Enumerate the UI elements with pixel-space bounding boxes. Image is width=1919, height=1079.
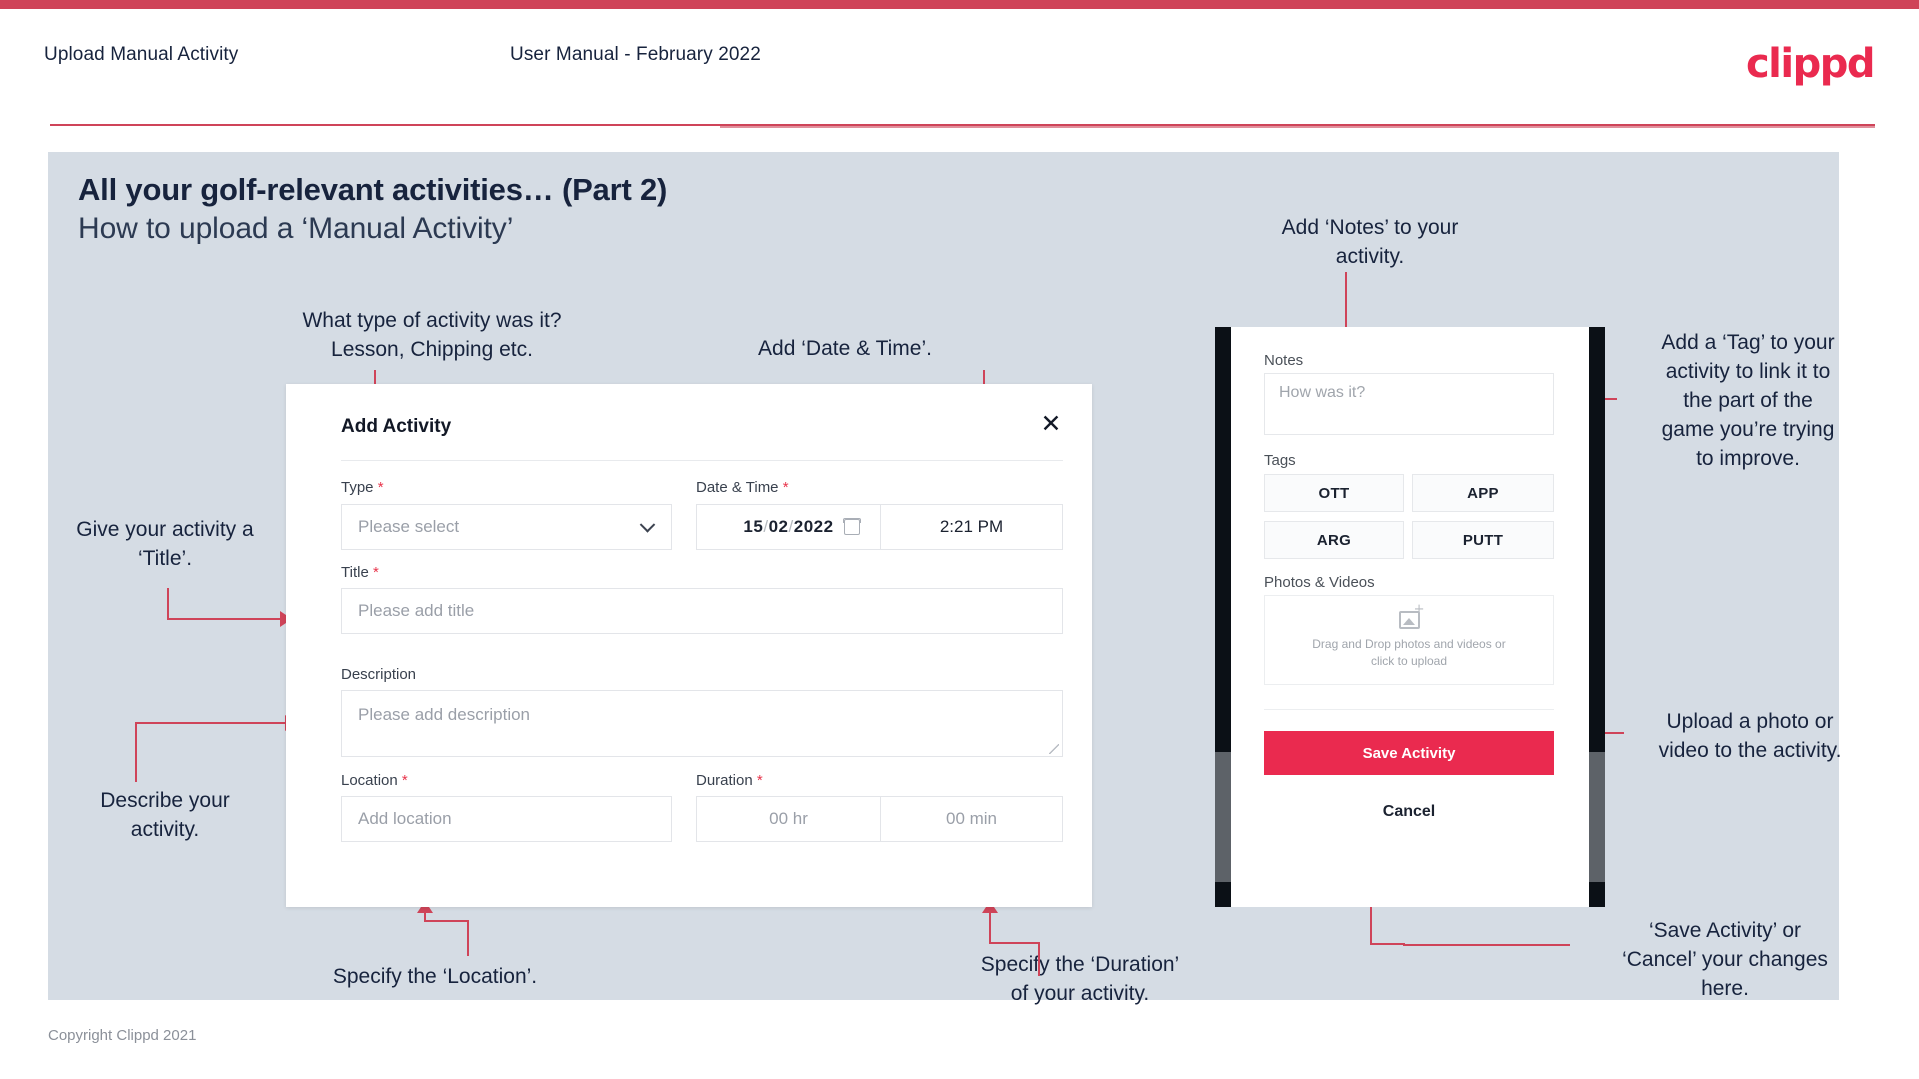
annotation-tag: Add a ‘Tag’ to your activity to link it … [1661,331,1835,470]
type-label: Type * [341,479,384,496]
slide-heading: All your golf-relevant activities… (Part… [78,172,668,207]
date-input[interactable]: 15/02/2022 [696,504,881,550]
phone-screen: Notes How was it? Tags OTT APP ARG PUTT … [1231,327,1589,907]
duration-label: Duration * [696,772,763,789]
notes-textarea[interactable]: How was it? [1264,373,1554,435]
leader-line [989,912,991,944]
annotation-duration: Specify the ‘Duration’ of your activity. [980,953,1180,1005]
calendar-icon[interactable] [843,518,861,535]
title-placeholder: Please add title [358,601,475,620]
location-label-text: Location [341,772,398,789]
annotation-location: Specify the ‘Location’. [332,965,538,988]
document-subtitle: User Manual - February 2022 [510,44,761,65]
notes-label: Notes [1264,352,1304,369]
location-input[interactable]: Add location [341,796,672,842]
required-marker: * [401,772,408,789]
phone-mockup: Notes How was it? Tags OTT APP ARG PUTT … [1215,327,1605,907]
annotation-describe: Describe your activity. [100,789,230,841]
duration-hours-input[interactable]: 00 hr [696,796,881,842]
description-label-text: Description [341,666,417,683]
date-day: 15 [743,517,764,536]
location-placeholder: Add location [358,809,452,828]
tag-putt-button[interactable]: PUTT [1412,521,1554,559]
dropzone-line-1: Drag and Drop photos and videos or [1312,636,1506,651]
cancel-button[interactable]: Cancel [1264,797,1554,827]
copyright-text: Copyright Clippd 2021 [48,1027,197,1044]
annotation-datetime: Add ‘Date & Time’. [758,337,932,360]
annotation-title: Give your activity a ‘Title’. [76,518,254,570]
required-marker: * [372,564,379,581]
save-activity-button[interactable]: Save Activity [1264,731,1554,775]
close-icon[interactable]: ✕ [1034,406,1068,440]
datetime-label-text: Date & Time [696,479,779,496]
title-input[interactable]: Please add title [341,588,1063,634]
required-marker: * [377,479,384,496]
annotation-save-cancel: ‘Save Activity’ or ‘Cancel’ your changes… [1622,919,1828,1000]
photos-label: Photos & Videos [1264,574,1375,591]
leader-line [424,912,426,922]
leader-line [167,588,169,620]
photo-dropzone[interactable]: Drag and Drop photos and videos or click… [1264,595,1554,685]
leader-line [467,922,469,956]
date-year: 2022 [793,517,834,536]
annotation-notes: Add ‘Notes’ to your activity. [1281,216,1459,268]
leader-line [167,618,282,620]
tag-arg-button[interactable]: ARG [1264,521,1404,559]
dialog-divider [341,460,1063,461]
duration-minutes-input[interactable]: 00 min [880,796,1063,842]
type-placeholder: Please select [358,517,460,536]
type-select[interactable]: Please select [341,504,672,550]
chevron-down-icon [639,517,656,533]
resize-grip-icon[interactable] [1049,744,1059,754]
add-activity-dialog: Add Activity ✕ Type * Please select Date… [286,384,1092,907]
leader-line [989,942,1040,944]
required-marker: * [782,479,789,496]
date-month: 02 [768,517,789,536]
leader-line [424,920,469,922]
phone-bezel-right-grey [1589,752,1605,882]
title-label-text: Title [341,564,369,581]
leader-line [1345,272,1347,334]
slide-page: Upload Manual Activity User Manual - Feb… [0,0,1919,1079]
date-value: 15/02/2022 [743,517,833,537]
required-marker: * [756,772,763,789]
leader-line [135,722,287,724]
description-textarea[interactable]: Please add description [341,690,1063,757]
duration-minutes-placeholder: 00 min [945,809,998,828]
tag-app-button[interactable]: APP [1412,474,1554,512]
annotation-type: What type of activity was it? Lesson, Ch… [302,309,562,361]
phone-divider [1264,709,1554,710]
leader-line [1370,943,1405,945]
duration-hours-placeholder: 00 hr [769,809,808,828]
phone-bezel-left-grey [1215,752,1231,882]
leader-line [1403,944,1570,946]
page-title: Upload Manual Activity [44,44,239,65]
clippd-logo: clippd [1745,41,1876,87]
top-accent-stripe [0,0,1919,9]
description-placeholder: Please add description [358,705,531,724]
add-image-icon [1398,602,1425,629]
type-label-text: Type [341,479,374,496]
tags-label: Tags [1264,452,1296,469]
leader-line [1038,944,1040,976]
duration-label-text: Duration [696,772,753,789]
leader-line [135,724,137,782]
time-value: 2:21 PM [939,517,1004,536]
dropzone-line-2: click to upload [1370,653,1448,668]
tag-ott-button[interactable]: OTT [1264,474,1404,512]
datetime-label: Date & Time * [696,479,789,496]
annotation-upload: Upload a photo or video to the activity. [1658,710,1842,762]
slide-subheading: How to upload a ‘Manual Activity’ [78,212,514,245]
header-divider-soft [720,126,1875,128]
description-label: Description [341,666,416,683]
dialog-title: Add Activity [341,416,452,437]
title-label: Title * [341,564,379,581]
time-input[interactable]: 2:21 PM [880,504,1063,550]
location-label: Location * [341,772,408,789]
notes-placeholder: How was it? [1279,384,1366,401]
